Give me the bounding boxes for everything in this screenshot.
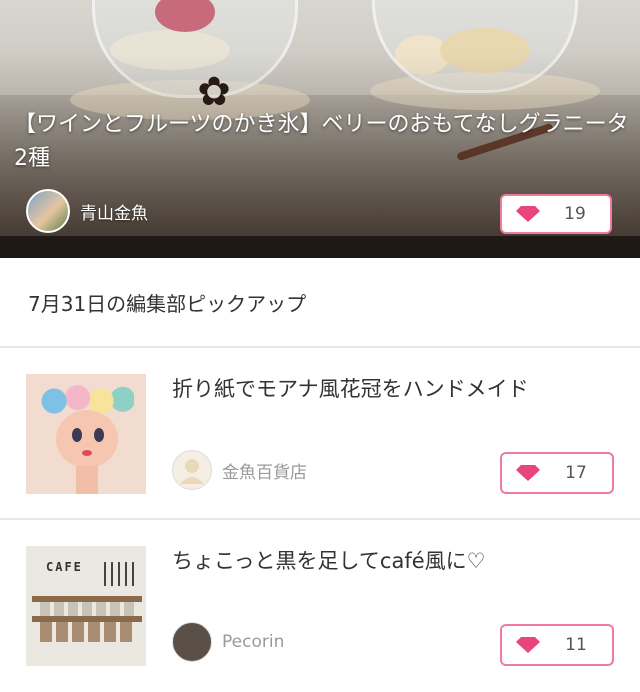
user-icon — [180, 459, 204, 484]
gem-icon — [516, 637, 540, 653]
article-card[interactable]: CAFE ちょこっと黒を足してcafé風に♡ Pecorin 11 — [0, 520, 640, 692]
article-author[interactable]: Pecorin — [172, 622, 284, 662]
author-name: 青山金魚 — [80, 203, 148, 224]
article-title[interactable]: ちょこっと黒を足してcafé風に♡ — [172, 544, 622, 578]
cafe-sign: CAFE — [46, 560, 83, 574]
article-card[interactable]: 折り紙でモアナ風花冠をハンドメイド 金魚百貨店 17 — [0, 348, 640, 520]
gem-icon — [516, 206, 540, 222]
avatar — [172, 622, 212, 662]
like-button[interactable]: 17 — [500, 452, 614, 494]
avatar — [172, 450, 212, 490]
article-title[interactable]: 折り紙でモアナ風花冠をハンドメイド — [172, 372, 622, 406]
author-name: Pecorin — [222, 632, 285, 652]
featured-article-author[interactable]: 青山金魚 — [26, 188, 148, 234]
gem-icon — [516, 465, 540, 481]
featured-article[interactable]: ✿ 【ワインとフルーツのかき氷】ベリーのおもてなしグラニータ2種 青山金魚 19 — [0, 0, 640, 258]
article-thumbnail[interactable] — [26, 374, 146, 494]
author-name: 金魚百貨店 — [222, 462, 307, 483]
article-thumbnail[interactable]: CAFE — [26, 546, 146, 666]
like-button[interactable]: 11 — [500, 624, 614, 666]
like-count: 11 — [565, 635, 587, 655]
section-title: 7月31日の編集部ピックアップ — [28, 292, 307, 316]
like-count: 19 — [564, 204, 586, 224]
avatar — [26, 189, 70, 233]
article-author[interactable]: 金魚百貨店 — [172, 450, 307, 490]
like-count: 17 — [565, 463, 587, 483]
like-button[interactable]: 19 — [500, 194, 612, 234]
featured-article-title[interactable]: 【ワインとフルーツのかき氷】ベリーのおもてなしグラニータ2種 — [14, 108, 634, 176]
